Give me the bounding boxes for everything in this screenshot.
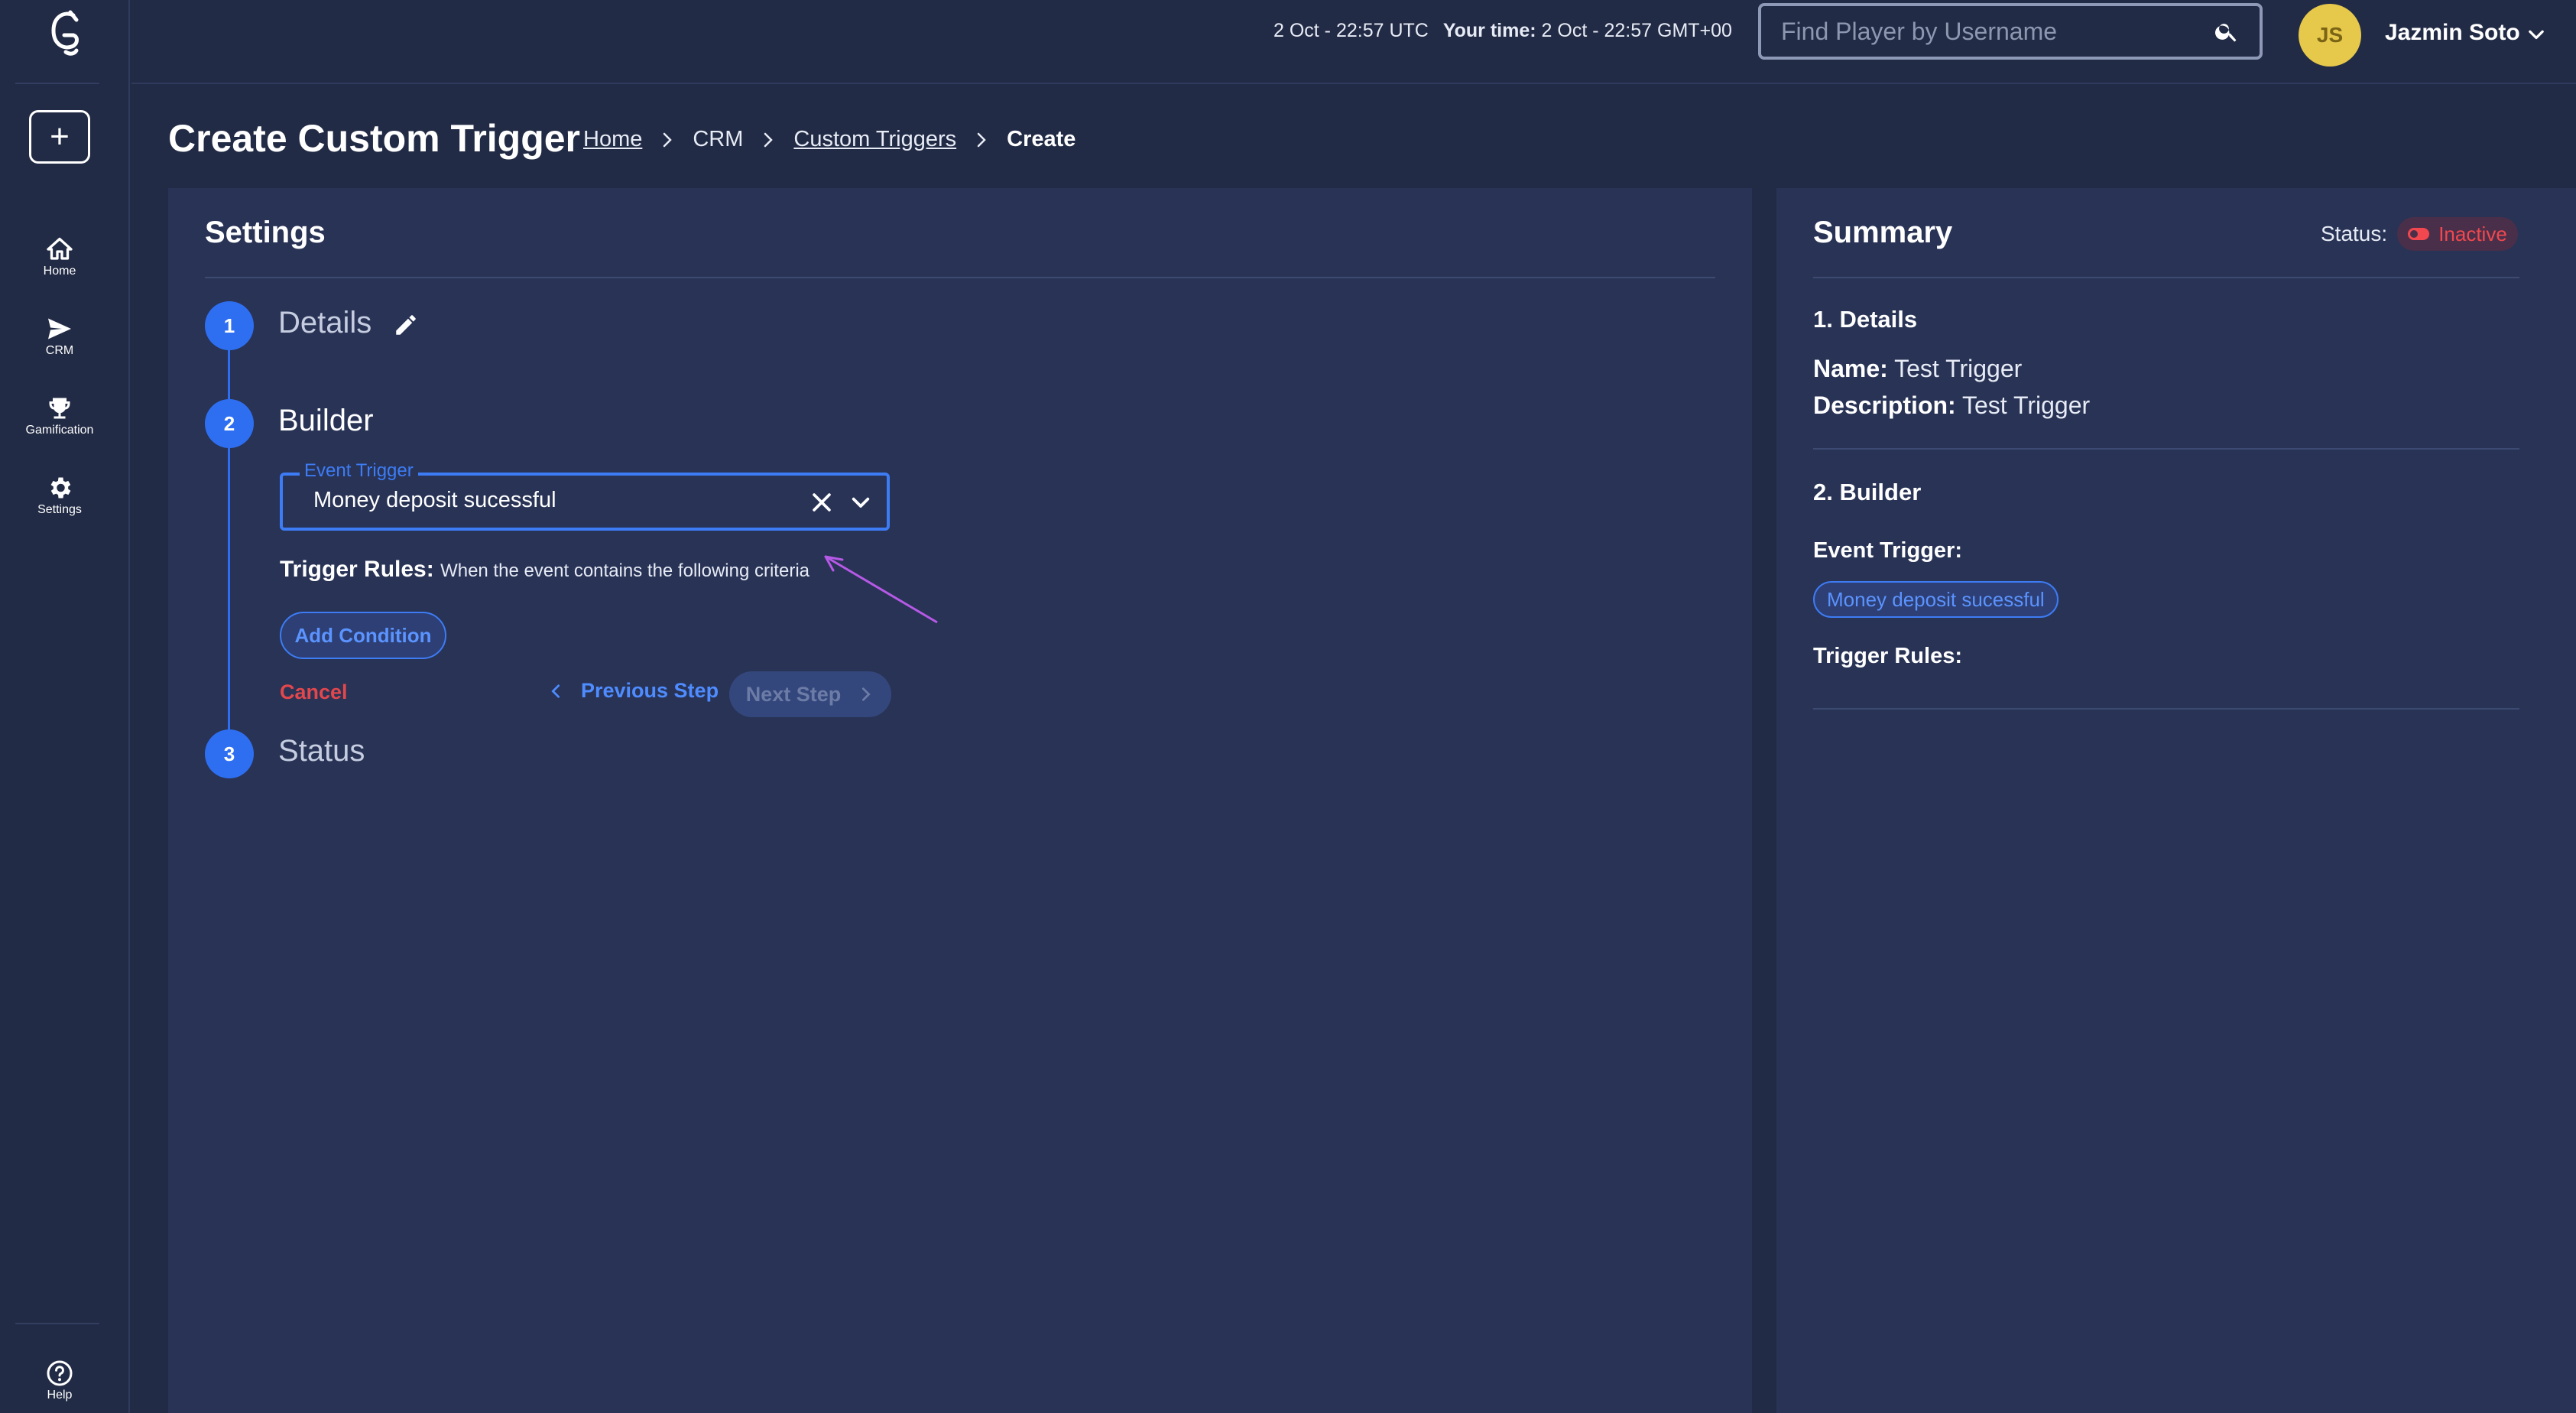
sidebar-item-settings[interactable]: Settings [0, 474, 119, 517]
help-icon [47, 1360, 73, 1386]
next-step-button[interactable]: Next Step [729, 671, 891, 717]
settings-divider [205, 277, 1715, 278]
sidebar-item-home[interactable]: Home [0, 236, 119, 278]
your-time: 2 Oct - 22:57 GMT+00 [1541, 20, 1732, 41]
toggle-icon [2408, 228, 2430, 240]
gear-icon [50, 477, 71, 499]
add-button[interactable]: + [29, 110, 90, 164]
annotation-arrow [824, 555, 938, 624]
page-title: Create Custom Trigger [168, 117, 581, 160]
search-input[interactable] [1781, 17, 2214, 46]
summary-event-trigger-label: Event Trigger: [1813, 538, 1962, 563]
previous-step-label: Previous Step [581, 679, 719, 702]
home-icon [47, 237, 73, 260]
status-label: Status: [2321, 222, 2388, 245]
user-name[interactable]: Jazmin Soto [2385, 20, 2520, 46]
chevron-right-icon [764, 132, 774, 147]
summary-divider [1813, 277, 2519, 278]
sidebar-divider [15, 1323, 99, 1324]
sidebar-item-gamification[interactable]: Gamification [0, 395, 119, 437]
settings-title: Settings [205, 216, 326, 249]
breadcrumb-custom-triggers[interactable]: Custom Triggers [793, 127, 956, 152]
summary-trigger-rules-label: Trigger Rules: [1813, 644, 1962, 668]
add-condition-button[interactable]: Add Condition [280, 612, 446, 659]
cancel-button[interactable]: Cancel [280, 681, 348, 704]
summary-divider [1813, 448, 2519, 450]
breadcrumb-crm: CRM [693, 127, 744, 151]
server-time: 2 Oct - 22:57 UTC [1273, 20, 1429, 41]
summary-title: Summary [1813, 216, 1953, 249]
sidebar-item-label: Gamification [25, 424, 94, 437]
summary-builder-heading: 2. Builder [1813, 479, 1922, 505]
summary-name: Name: Test Trigger [1813, 355, 2022, 383]
chevron-right-icon [977, 132, 986, 147]
player-search [1758, 3, 2263, 60]
event-trigger-select[interactable]: Event Trigger Money deposit sucessful [280, 460, 890, 531]
status-value: Inactive [2438, 222, 2507, 245]
previous-step-button[interactable]: Previous Step [547, 679, 719, 703]
trigger-rules-description: When the event contains the following cr… [440, 560, 809, 581]
chevron-right-icon [862, 687, 871, 701]
sidebar-item-crm[interactable]: CRM [0, 315, 119, 358]
sidebar: + Home CRM Gamification Settings Help [0, 0, 130, 1413]
help-label: Help [47, 1389, 73, 1402]
sidebar-item-label: Home [43, 265, 76, 278]
step-connector [228, 448, 230, 732]
help-button[interactable]: Help [0, 1359, 119, 1402]
breadcrumb-home[interactable]: Home [583, 127, 642, 152]
step-1-circle: 1 [205, 301, 254, 350]
step-3-title: Status [278, 734, 365, 768]
step-1-title: Details [278, 306, 372, 339]
status-badge: Inactive [2397, 217, 2518, 251]
chevron-right-icon [663, 132, 673, 147]
step-2-circle: 2 [205, 399, 254, 448]
sidebar-item-label: Settings [37, 503, 82, 516]
search-icon[interactable] [2214, 18, 2240, 44]
summary-details-heading: 1. Details [1813, 306, 1918, 333]
chevron-down-icon[interactable] [2526, 24, 2547, 46]
summary-description-label: Description: [1813, 391, 1956, 419]
time-info: 2 Oct - 22:57 UTC Your time: 2 Oct - 22:… [1273, 20, 1732, 42]
your-time-label: Your time: [1442, 20, 1536, 41]
summary-name-value: Test Trigger [1894, 355, 2023, 382]
send-icon [48, 318, 71, 339]
chevron-left-icon [551, 684, 560, 698]
summary-name-label: Name: [1813, 355, 1888, 382]
trophy-icon [49, 398, 70, 419]
avatar[interactable]: JS [2299, 4, 2361, 67]
summary-event-trigger-chip: Money deposit sucessful [1813, 581, 2059, 618]
step-2-title: Builder [278, 404, 374, 437]
breadcrumb-create: Create [1007, 127, 1076, 151]
trigger-rules: Trigger Rules: When the event contains t… [280, 557, 809, 583]
breadcrumb: Home CRM Custom Triggers Create [583, 127, 1075, 152]
event-trigger-value[interactable]: Money deposit sucessful [313, 488, 556, 513]
step-connector [228, 350, 230, 402]
summary-description-value: Test Trigger [1962, 391, 2091, 419]
sidebar-item-label: CRM [45, 344, 74, 357]
sidebar-divider [15, 83, 99, 84]
next-step-label: Next Step [745, 682, 842, 706]
summary-divider [1813, 708, 2519, 710]
edit-icon[interactable] [393, 312, 419, 338]
trigger-rules-label: Trigger Rules: [280, 557, 434, 582]
settings-panel [168, 188, 1752, 1413]
event-trigger-label: Event Trigger [300, 460, 418, 482]
brand-logo-icon[interactable] [47, 9, 84, 63]
close-icon[interactable] [809, 489, 835, 515]
summary-description: Description: Test Trigger [1813, 391, 2090, 420]
chevron-down-icon[interactable] [848, 491, 873, 515]
step-3-circle: 3 [205, 729, 254, 778]
